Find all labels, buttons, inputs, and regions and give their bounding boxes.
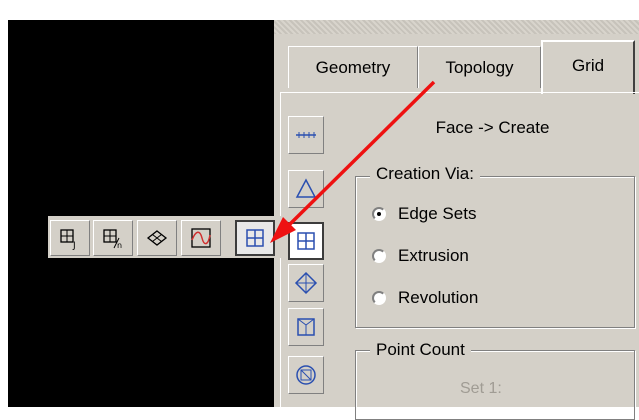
- mesh-tool-button[interactable]: [288, 356, 324, 394]
- block-tool-button[interactable]: [288, 308, 324, 346]
- face-j-icon: J: [60, 229, 76, 250]
- face-n-button[interactable]: n: [93, 220, 133, 256]
- face-wave-button[interactable]: [181, 220, 221, 256]
- creation-via-legend: Creation Via:: [370, 164, 480, 184]
- face-n-icon: n: [103, 229, 122, 250]
- tab-grid[interactable]: Grid: [541, 40, 635, 94]
- tab-topology-label: Topology: [445, 57, 514, 77]
- radio-extrusion[interactable]: Extrusion: [372, 246, 469, 266]
- volume-tool-button[interactable]: [288, 264, 324, 302]
- pane-title: Face -> Create: [435, 118, 550, 137]
- radio-edge-sets-label: Edge Sets: [398, 204, 477, 223]
- block-icon: [297, 318, 315, 336]
- svg-text:n: n: [117, 241, 122, 250]
- point-count-legend: Point Count: [370, 340, 471, 360]
- face-j-button[interactable]: J: [50, 220, 90, 256]
- set-1-label: Set 1:: [460, 380, 502, 397]
- radio-edge-sets-indicator[interactable]: [372, 207, 386, 221]
- face-diamond-icon: [146, 230, 168, 246]
- panel-header-strip: [274, 20, 639, 34]
- face-grid-icon: [246, 229, 264, 247]
- mesh-icon: [296, 365, 316, 385]
- vertex-tool-button[interactable]: [288, 116, 324, 154]
- svg-text:J: J: [72, 241, 76, 250]
- graphics-viewport[interactable]: [8, 20, 274, 407]
- face-wave-icon: [191, 228, 211, 248]
- radio-revolution-indicator[interactable]: [372, 291, 386, 305]
- radio-revolution[interactable]: Revolution: [372, 288, 478, 308]
- edge-icon: [295, 178, 317, 198]
- vertex-icon: [296, 132, 316, 138]
- volume-icon: [294, 271, 318, 295]
- tab-geometry[interactable]: Geometry: [288, 46, 418, 88]
- radio-revolution-label: Revolution: [398, 288, 479, 307]
- tab-grid-label: Grid: [571, 56, 605, 75]
- tab-topology[interactable]: Topology: [418, 46, 541, 88]
- face-grid-button[interactable]: [235, 220, 275, 256]
- radio-extrusion-indicator[interactable]: [372, 249, 386, 263]
- radio-extrusion-label: Extrusion: [398, 246, 469, 265]
- tab-geometry-label: Geometry: [315, 57, 391, 77]
- edge-tool-button[interactable]: [288, 170, 324, 208]
- face-tool-button[interactable]: [288, 222, 324, 260]
- face-diamond-button[interactable]: [137, 220, 177, 256]
- face-icon: [297, 232, 315, 250]
- radio-edge-sets[interactable]: Edge Sets: [372, 204, 476, 224]
